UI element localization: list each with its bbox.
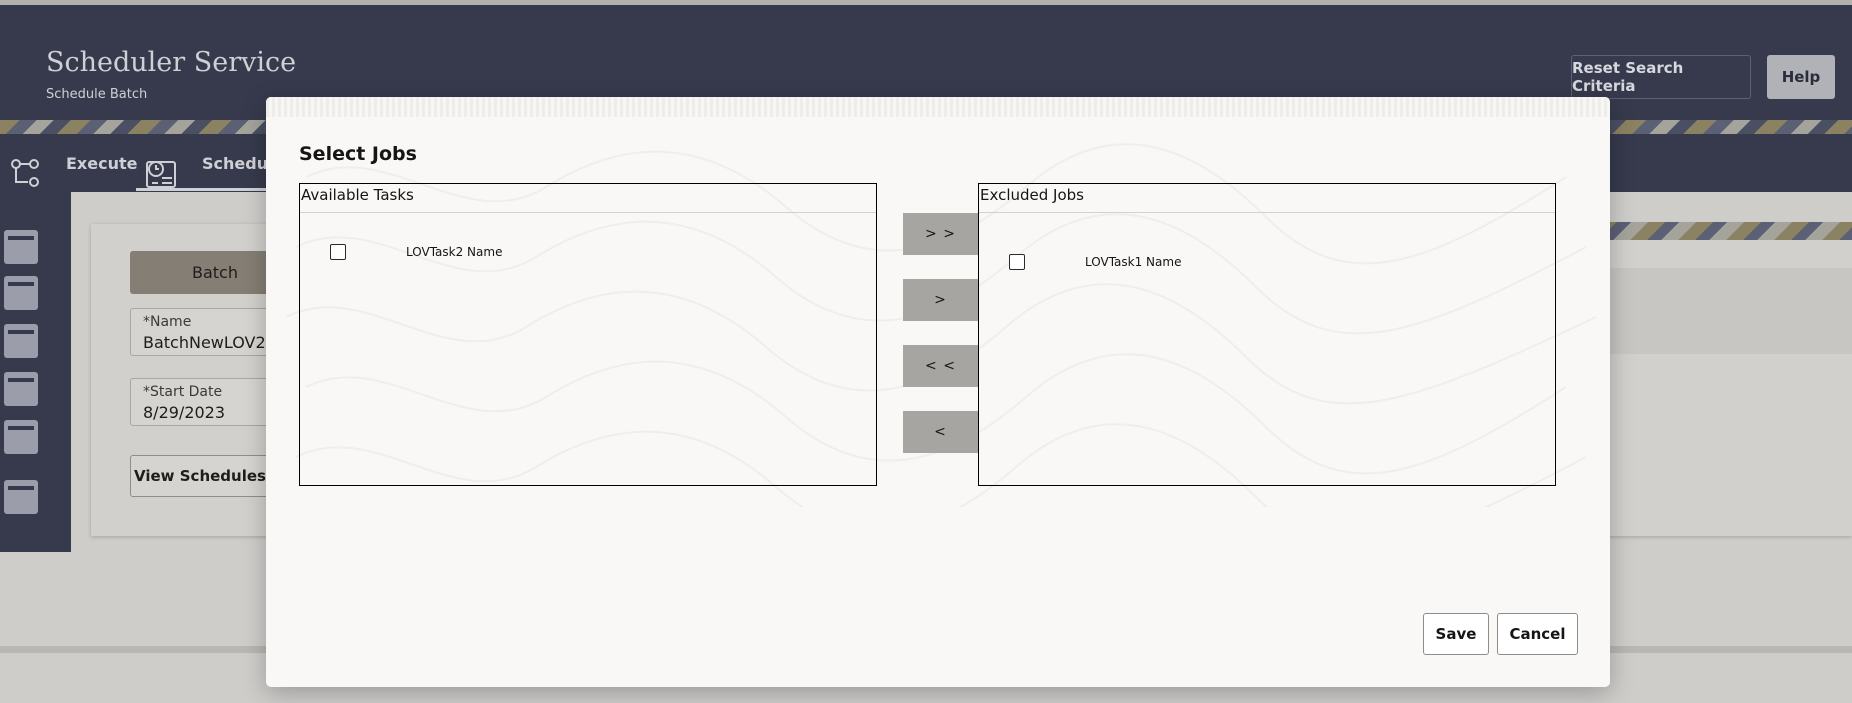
move-right-button[interactable]: > xyxy=(903,279,978,321)
nav-active-underline xyxy=(136,188,266,191)
execute-icon xyxy=(8,156,42,190)
move-all-left-button[interactable]: < < xyxy=(903,345,978,387)
save-button[interactable]: Save xyxy=(1423,613,1489,655)
move-all-right-button[interactable]: > > xyxy=(903,213,978,255)
calendar-add-icon[interactable] xyxy=(4,480,38,514)
app-title: Scheduler Service xyxy=(46,47,297,78)
background-field-strip xyxy=(1610,268,1852,354)
calendar-week-icon[interactable] xyxy=(4,324,38,358)
task-label: LOVTask2 Name xyxy=(406,245,503,259)
move-left-button[interactable]: < xyxy=(903,411,978,453)
help-button[interactable]: Help xyxy=(1767,55,1835,99)
start-date-value: 8/29/2023 xyxy=(143,403,226,422)
calendar-check-icon[interactable] xyxy=(4,230,38,264)
name-field-value: BatchNewLOV2 N xyxy=(143,333,283,352)
start-date-label: *Start Date xyxy=(143,384,223,400)
modal-top-band xyxy=(266,97,1610,117)
content-pattern-band xyxy=(1600,222,1852,240)
side-rail xyxy=(0,192,71,552)
task-checkbox[interactable] xyxy=(330,244,346,260)
available-tasks-panel: Available Tasks LOVTask2 Name xyxy=(299,183,877,486)
job-label: LOVTask1 Name xyxy=(1085,255,1182,269)
calendar-grid-icon[interactable] xyxy=(4,420,38,454)
available-tasks-title: Available Tasks xyxy=(300,184,876,213)
name-field[interactable]: *Name BatchNewLOV2 N xyxy=(130,308,283,356)
name-field-label: *Name xyxy=(143,314,192,330)
reset-search-criteria-button[interactable]: Reset Search Criteria xyxy=(1571,55,1751,99)
nav-execute[interactable]: Execute xyxy=(66,134,137,192)
excluded-jobs-title: Excluded Jobs xyxy=(979,184,1555,213)
calendar-month-icon[interactable] xyxy=(4,372,38,406)
view-schedules-button[interactable]: View Schedules xyxy=(130,455,270,497)
select-jobs-dialog: Select Jobs Available Tasks LOVTask2 Nam… xyxy=(266,97,1610,687)
cancel-button[interactable]: Cancel xyxy=(1497,613,1578,655)
job-checkbox[interactable] xyxy=(1009,254,1025,270)
schedule-clock-icon xyxy=(144,156,178,190)
app-subtitle: Schedule Batch xyxy=(46,87,148,102)
start-date-field[interactable]: *Start Date 8/29/2023 xyxy=(130,378,280,426)
excluded-jobs-panel: Excluded Jobs LOVTask1 Name xyxy=(978,183,1556,486)
batch-label: Batch xyxy=(192,263,238,282)
modal-title: Select Jobs xyxy=(299,143,417,165)
calendar-day-icon[interactable] xyxy=(4,276,38,310)
